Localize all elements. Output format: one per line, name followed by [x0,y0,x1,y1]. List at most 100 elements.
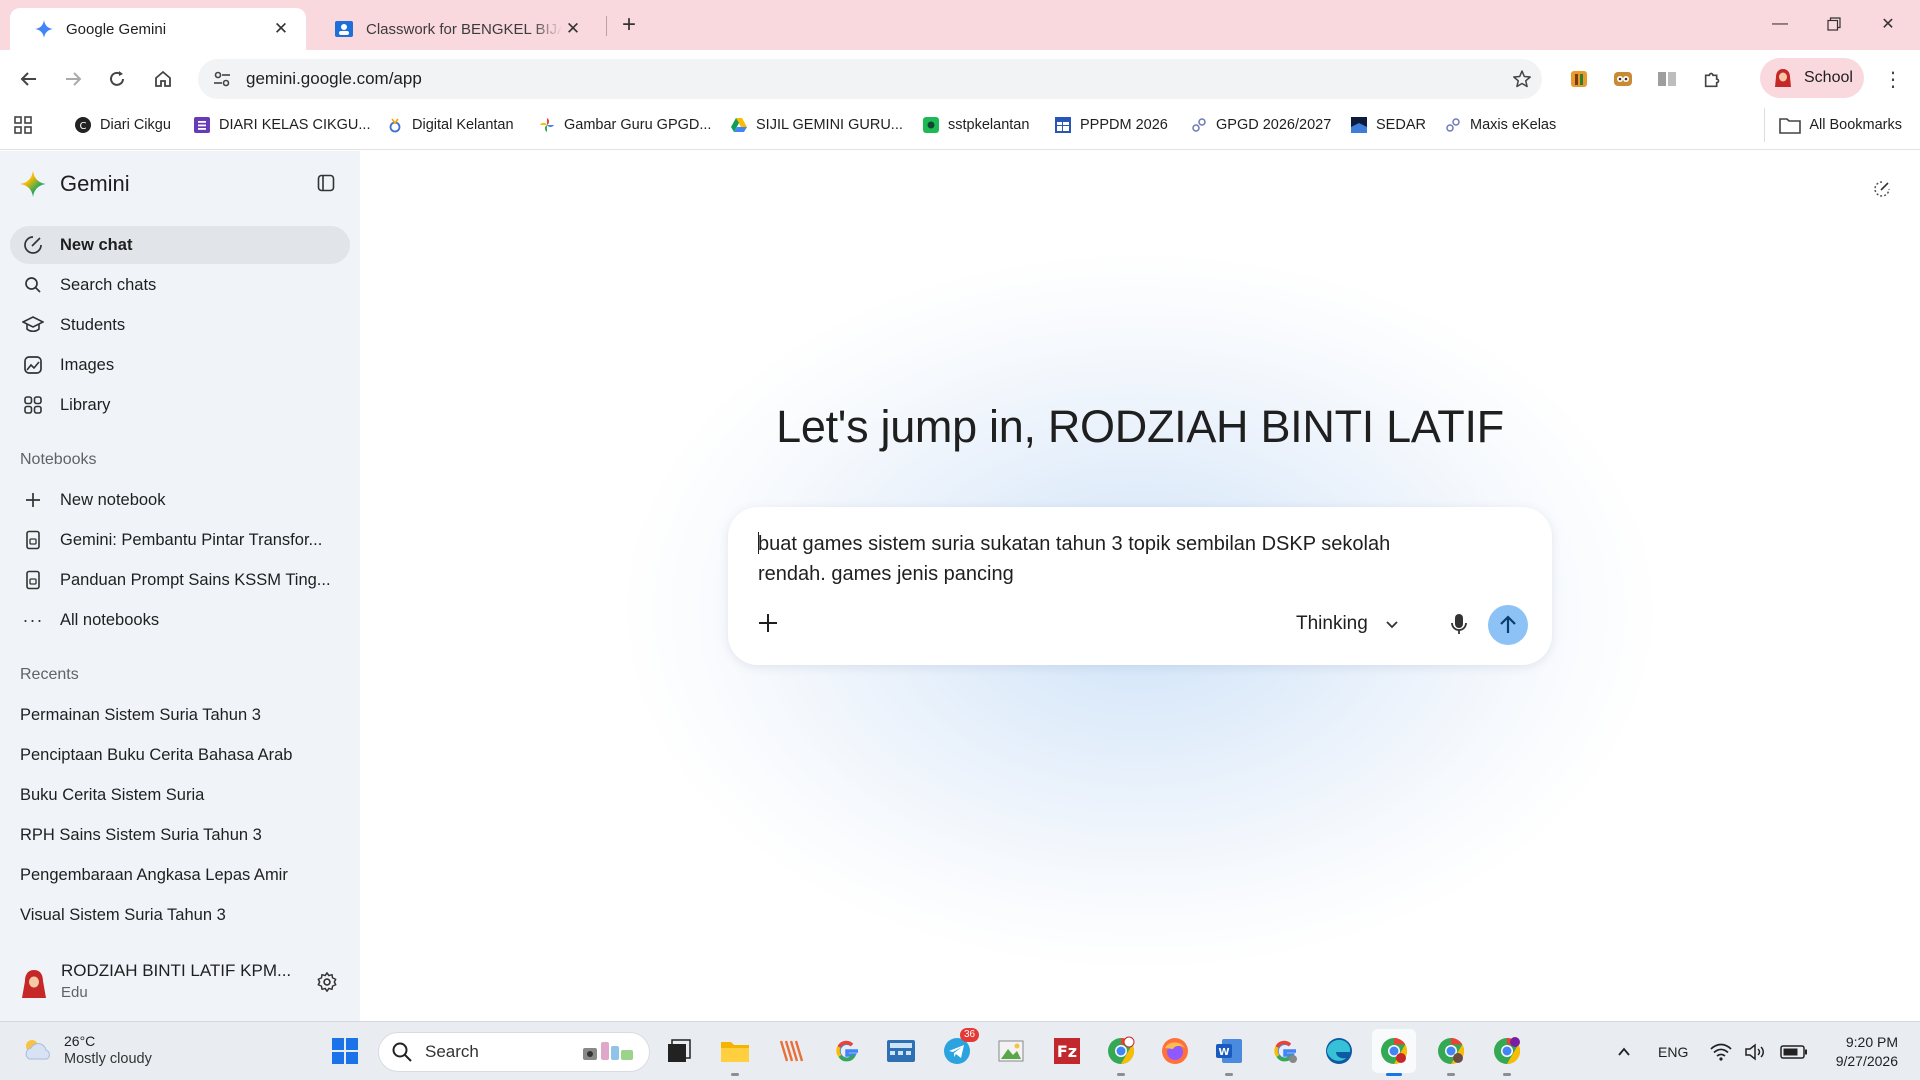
notebook-item[interactable]: Panduan Prompt Sains KSSM Ting... [10,561,350,599]
bookmark-item[interactable]: SIJIL GEMINI GURU... [730,108,903,142]
account-area[interactable]: RODZIAH BINTI LATIF KPM... Edu [20,959,350,1009]
google-chrome-apps-icon[interactable] [1268,1034,1302,1068]
bookmark-link-icon [1190,116,1208,134]
bookmark-item[interactable]: sstpkelantan [922,108,1029,142]
browser-menu-icon[interactable]: ⋮ [1878,60,1908,98]
nav-label: Images [60,355,115,374]
more-icon: ··· [22,609,44,630]
profile-button[interactable]: School [1760,58,1864,98]
chrome-profile-1-icon[interactable] [1104,1034,1138,1076]
extensions-puzzle-icon[interactable] [1701,67,1725,91]
bookmark-item[interactable]: DIARI KELAS CIKGU... [193,108,371,142]
recent-chat-item[interactable]: Visual Sistem Suria Tahun 3 [20,906,226,925]
prompt-input[interactable]: buat games sistem suria sukatan tahun 3 … [758,529,1458,589]
notebook-item[interactable]: Gemini: Pembantu Pintar Transfor... [10,521,350,559]
task-view-icon[interactable] [662,1034,696,1068]
recent-chat-item[interactable]: Permainan Sistem Suria Tahun 3 [20,706,261,725]
bookmark-item[interactable]: GPGD 2026/2027 [1190,108,1331,142]
extension-owl-icon[interactable] [1611,67,1635,91]
students-button[interactable]: Students [10,306,350,344]
arrow-up-icon [1500,615,1516,633]
windows-start-icon[interactable] [328,1034,362,1068]
chrome-profile-2-icon[interactable] [1434,1034,1468,1076]
mode-label: Thinking [1296,613,1368,634]
bookmark-item[interactable]: SEDAR [1350,108,1426,142]
taskbar-search[interactable]: Search [378,1032,650,1072]
tab-google-gemini[interactable]: Google Gemini ✕ [10,8,306,50]
reload-icon[interactable] [98,60,136,98]
new-chat-button[interactable]: New chat [10,226,350,264]
close-tab-icon[interactable]: ✕ [562,18,584,40]
send-button[interactable] [1488,605,1528,645]
recent-chat-item[interactable]: Buku Cerita Sistem Suria [20,786,204,805]
volume-icon[interactable] [1744,1022,1766,1080]
clock[interactable]: 9:20 PM 9/27/2026 [1836,1033,1898,1071]
images-button[interactable]: Images [10,346,350,384]
calculator-app-icon[interactable] [884,1034,918,1068]
firefox-icon[interactable] [1158,1034,1192,1068]
nav-label: Library [60,395,111,414]
recent-chat-item[interactable]: Pengembaraan Angkasa Lepas Amir [20,866,288,885]
restore-icon[interactable] [1806,0,1862,48]
user-avatar[interactable] [20,969,48,999]
library-button[interactable]: Library [10,386,350,424]
recent-chat-item[interactable]: Penciptaan Buku Cerita Bahasa Arab [20,746,292,765]
search-highlight-icon [579,1038,639,1066]
chevron-down-icon [1384,616,1400,632]
chrome-profile-3-icon[interactable] [1490,1034,1524,1076]
edit-icon[interactable] [1872,179,1894,201]
site-info-icon[interactable] [204,69,240,89]
close-tab-icon[interactable]: ✕ [270,18,292,40]
image-viewer-icon[interactable] [994,1034,1028,1068]
bookmark-item[interactable]: Maxis eKelas [1444,108,1556,142]
close-window-icon[interactable]: ✕ [1860,0,1916,48]
microphone-icon[interactable] [1444,609,1474,639]
gemini-sparkle-icon [34,19,54,39]
bookmark-item[interactable]: PPPDM 2026 [1054,108,1168,142]
bookmark-label: Digital Kelantan [412,117,514,133]
recent-chat-item[interactable]: RPH Sains Sistem Suria Tahun 3 [20,826,262,845]
bookmark-item[interactable]: Digital Kelantan [386,108,514,142]
extension-books-icon[interactable] [1567,67,1591,91]
all-notebooks-button[interactable]: ··· All notebooks [10,601,350,639]
chrome-active-icon[interactable] [1372,1029,1416,1076]
home-icon[interactable] [144,60,182,98]
file-explorer-icon[interactable] [718,1034,752,1076]
nav-label: Panduan Prompt Sains KSSM Ting... [60,570,331,589]
address-bar[interactable]: gemini.google.com/app [198,59,1542,99]
weather-widget[interactable]: 26°C Mostly cloudy [20,1032,152,1068]
sidebar-toggle-icon[interactable] [316,173,338,195]
forward-icon[interactable] [54,60,92,98]
new-tab-button[interactable]: + [614,10,644,40]
add-attachment-icon[interactable] [756,611,782,637]
battery-icon[interactable] [1780,1022,1808,1080]
gear-icon[interactable] [316,971,340,995]
search-chats-button[interactable]: Search chats [10,266,350,304]
back-icon[interactable] [10,60,48,98]
clock-time: 9:20 PM [1845,1034,1898,1050]
extension-reader-icon[interactable] [1655,67,1679,91]
bookmark-item[interactable]: C Diari Cikgu [74,108,171,142]
model-mode-dropdown[interactable]: Thinking [1296,607,1400,641]
tray-overflow-icon[interactable] [1616,1022,1632,1080]
apps-grid-icon[interactable] [14,108,32,142]
minimize-icon[interactable]: — [1752,0,1808,48]
new-notebook-button[interactable]: New notebook [10,481,350,519]
language-indicator[interactable]: ENG [1658,1022,1688,1080]
telegram-icon[interactable]: 36 [940,1028,980,1068]
tab-classwork[interactable]: Classwork for BENGKEL BIJAK DIGITAL ✕ [310,8,598,50]
wifi-icon[interactable] [1710,1022,1732,1080]
stripes-app-icon[interactable] [774,1034,808,1068]
bookmark-star-icon[interactable] [1502,69,1542,89]
gemini-brand[interactable]: Gemini [20,171,130,197]
prompt-text: buat games sistem suria sukatan tahun 3 … [758,533,1391,585]
bookmark-sstp-icon [922,116,940,134]
bookmark-item[interactable]: Gambar Guru GPGD... [538,108,711,142]
edge-icon[interactable] [1322,1034,1356,1068]
all-bookmarks-button[interactable]: All Bookmarks [1764,108,1902,142]
google-icon[interactable] [830,1034,864,1068]
telegram-badge: 36 [960,1028,980,1042]
url-text: gemini.google.com/app [246,69,422,88]
word-icon[interactable]: W [1212,1034,1246,1076]
filezilla-icon[interactable]: Fz [1050,1034,1084,1068]
